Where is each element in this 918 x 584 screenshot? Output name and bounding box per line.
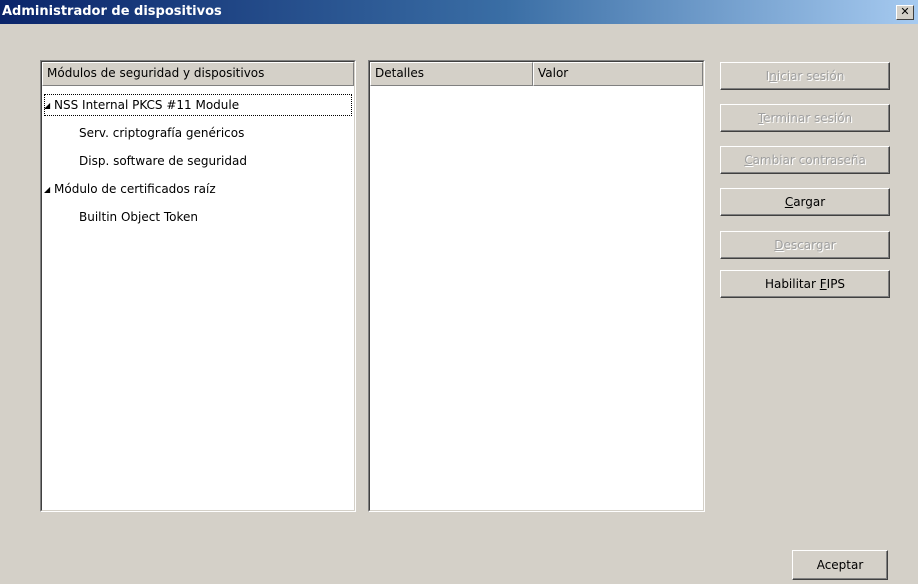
button-label-part: iciar sesión	[776, 68, 845, 83]
tree-item-software-security[interactable]: Disp. software de seguridad	[79, 150, 247, 172]
access-key: F	[819, 276, 827, 291]
button-label-part: erminar sesión	[763, 110, 853, 125]
button-label-part: argar	[793, 194, 826, 209]
details-column-header-label: Detalles	[375, 66, 424, 80]
close-button[interactable]: ✕	[896, 5, 914, 20]
tree-item-label: Serv. criptografía genéricos	[79, 126, 245, 140]
tree-item-builtin-token[interactable]: Builtin Object Token	[79, 206, 198, 228]
button-label-part: ambiar contraseña	[752, 152, 866, 167]
expanded-twisty-icon[interactable]: ◢	[44, 179, 54, 201]
tree-column-header[interactable]: Módulos de seguridad y dispositivos	[42, 62, 354, 86]
accept-button-label: Aceptar	[816, 557, 864, 572]
logout-button[interactable]: Terminar sesión	[720, 104, 890, 132]
details-column-header[interactable]: Detalles	[370, 62, 533, 86]
details-list[interactable]: Detalles Valor	[368, 60, 705, 512]
tree-item-generic-crypto[interactable]: Serv. criptografía genéricos	[79, 122, 244, 144]
access-key: n	[769, 68, 777, 83]
tree-column-header-label: Módulos de seguridad y dispositivos	[47, 66, 265, 80]
value-column-header-label: Valor	[538, 66, 569, 80]
load-button[interactable]: Cargar	[720, 188, 890, 216]
change-password-button[interactable]: Cambiar contraseña	[720, 146, 890, 174]
tree-item-label: Módulo de certificados raíz	[54, 182, 216, 196]
enable-fips-button[interactable]: Habilitar FIPS	[720, 270, 890, 298]
login-button[interactable]: Iniciar sesión	[720, 62, 890, 90]
access-key: C	[784, 194, 794, 209]
button-label-part: IPS	[826, 276, 846, 291]
access-key: D	[774, 237, 784, 252]
unload-button[interactable]: Descargar	[720, 231, 890, 259]
close-icon: ✕	[900, 5, 910, 18]
tree-item-label: Disp. software de seguridad	[79, 154, 247, 168]
tree-item-label: Builtin Object Token	[79, 210, 199, 224]
access-key: C	[744, 152, 753, 167]
value-column-header[interactable]: Valor	[533, 62, 703, 86]
button-label-part: escargar	[783, 237, 836, 252]
tree-item-root-certs[interactable]: ◢ Módulo de certificados raíz	[44, 178, 216, 200]
modules-tree[interactable]: Módulos de seguridad y dispositivos ◢ NSS…	[40, 60, 356, 512]
title-bar[interactable]: Administrador de dispositivos ✕	[0, 0, 918, 24]
window-title: Administrador de dispositivos	[2, 4, 222, 19]
accept-button[interactable]: Aceptar	[792, 550, 888, 580]
tree-item-nss-internal[interactable]: ◢ NSS Internal PKCS #11 Module	[44, 94, 352, 116]
expanded-twisty-icon[interactable]: ◢	[44, 95, 54, 117]
tree-item-label: NSS Internal PKCS #11 Module	[54, 98, 240, 112]
button-label-part: Habilitar	[764, 276, 820, 291]
